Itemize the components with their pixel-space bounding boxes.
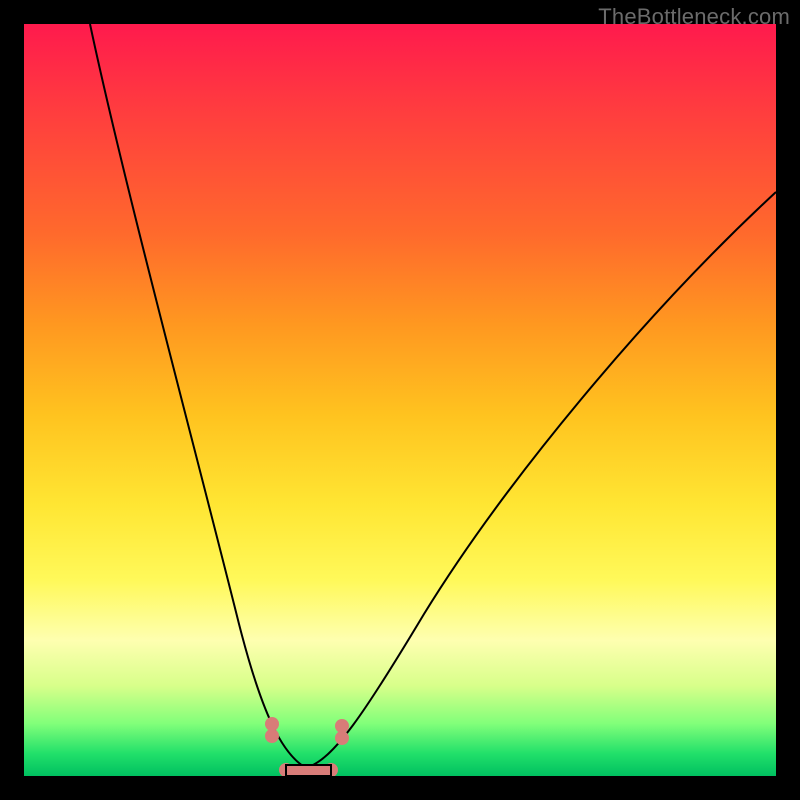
watermark-text: TheBottleneck.com bbox=[598, 4, 790, 30]
marker-left-top bbox=[265, 717, 279, 731]
marker-right-top bbox=[335, 719, 349, 733]
curve-right-branch bbox=[306, 192, 776, 768]
marker-bottom-bar bbox=[286, 765, 331, 776]
bottleneck-curve bbox=[24, 24, 776, 776]
curve-left-branch bbox=[90, 24, 306, 768]
marker-right-bottom bbox=[335, 731, 349, 745]
chart-plot-area bbox=[24, 24, 776, 776]
marker-left-bottom bbox=[265, 729, 279, 743]
